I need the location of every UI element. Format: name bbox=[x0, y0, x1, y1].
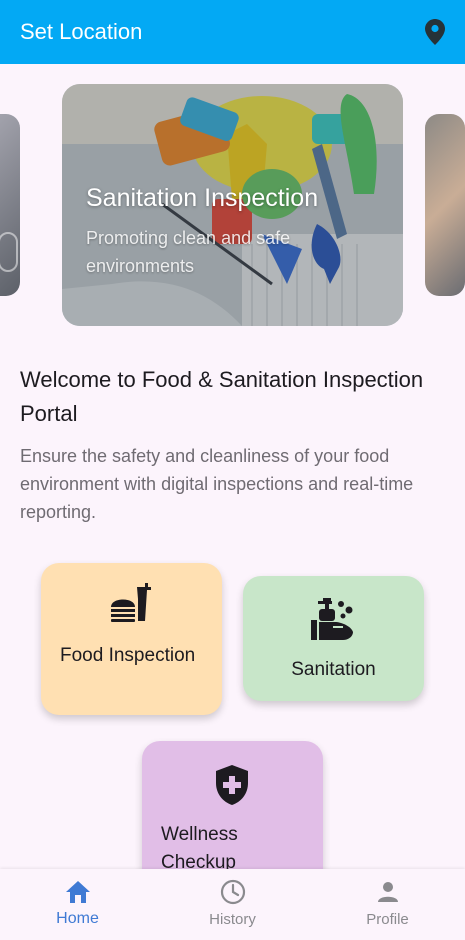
clock-icon bbox=[220, 879, 246, 905]
carousel-card-current[interactable]: Sanitation Inspection Promoting clean an… bbox=[62, 84, 403, 326]
welcome-description: Ensure the safety and cleanliness of you… bbox=[20, 446, 414, 522]
home-icon bbox=[65, 879, 91, 905]
nav-profile-label: Profile bbox=[366, 911, 409, 928]
welcome-title: Welcome to Food & Sanitation Inspection … bbox=[20, 367, 424, 426]
app-bar-title[interactable]: Set Location bbox=[20, 19, 142, 45]
app-bar: Set Location bbox=[0, 0, 465, 64]
nav-history[interactable]: History bbox=[155, 869, 310, 940]
carousel-decoration bbox=[0, 232, 18, 272]
nav-history-label: History bbox=[209, 911, 256, 928]
nav-home[interactable]: Home bbox=[0, 869, 155, 940]
hand-soap-icon bbox=[309, 596, 357, 642]
food-inspection-label: Food Inspection bbox=[60, 645, 196, 666]
person-icon bbox=[375, 879, 401, 905]
nav-profile[interactable]: Profile bbox=[310, 869, 465, 940]
location-pin-icon[interactable] bbox=[423, 18, 447, 46]
medical-shield-icon bbox=[212, 763, 252, 807]
food-burger-drink-icon bbox=[107, 581, 155, 629]
carousel-subtitle: Promoting clean and safe environments bbox=[86, 228, 291, 276]
food-inspection-tile[interactable]: Food Inspection bbox=[41, 563, 222, 715]
nav-home-label: Home bbox=[56, 910, 99, 927]
carousel-title: Sanitation Inspection bbox=[86, 184, 319, 212]
carousel-card-previous[interactable] bbox=[0, 114, 20, 296]
bottom-navigation: Home History Profile bbox=[0, 869, 465, 940]
sanitation-label: Sanitation bbox=[291, 659, 376, 680]
carousel-card-next[interactable] bbox=[425, 114, 465, 296]
sanitation-tile[interactable]: Sanitation bbox=[243, 576, 424, 701]
banner-carousel[interactable]: Sanitation Inspection Promoting clean an… bbox=[0, 84, 465, 326]
